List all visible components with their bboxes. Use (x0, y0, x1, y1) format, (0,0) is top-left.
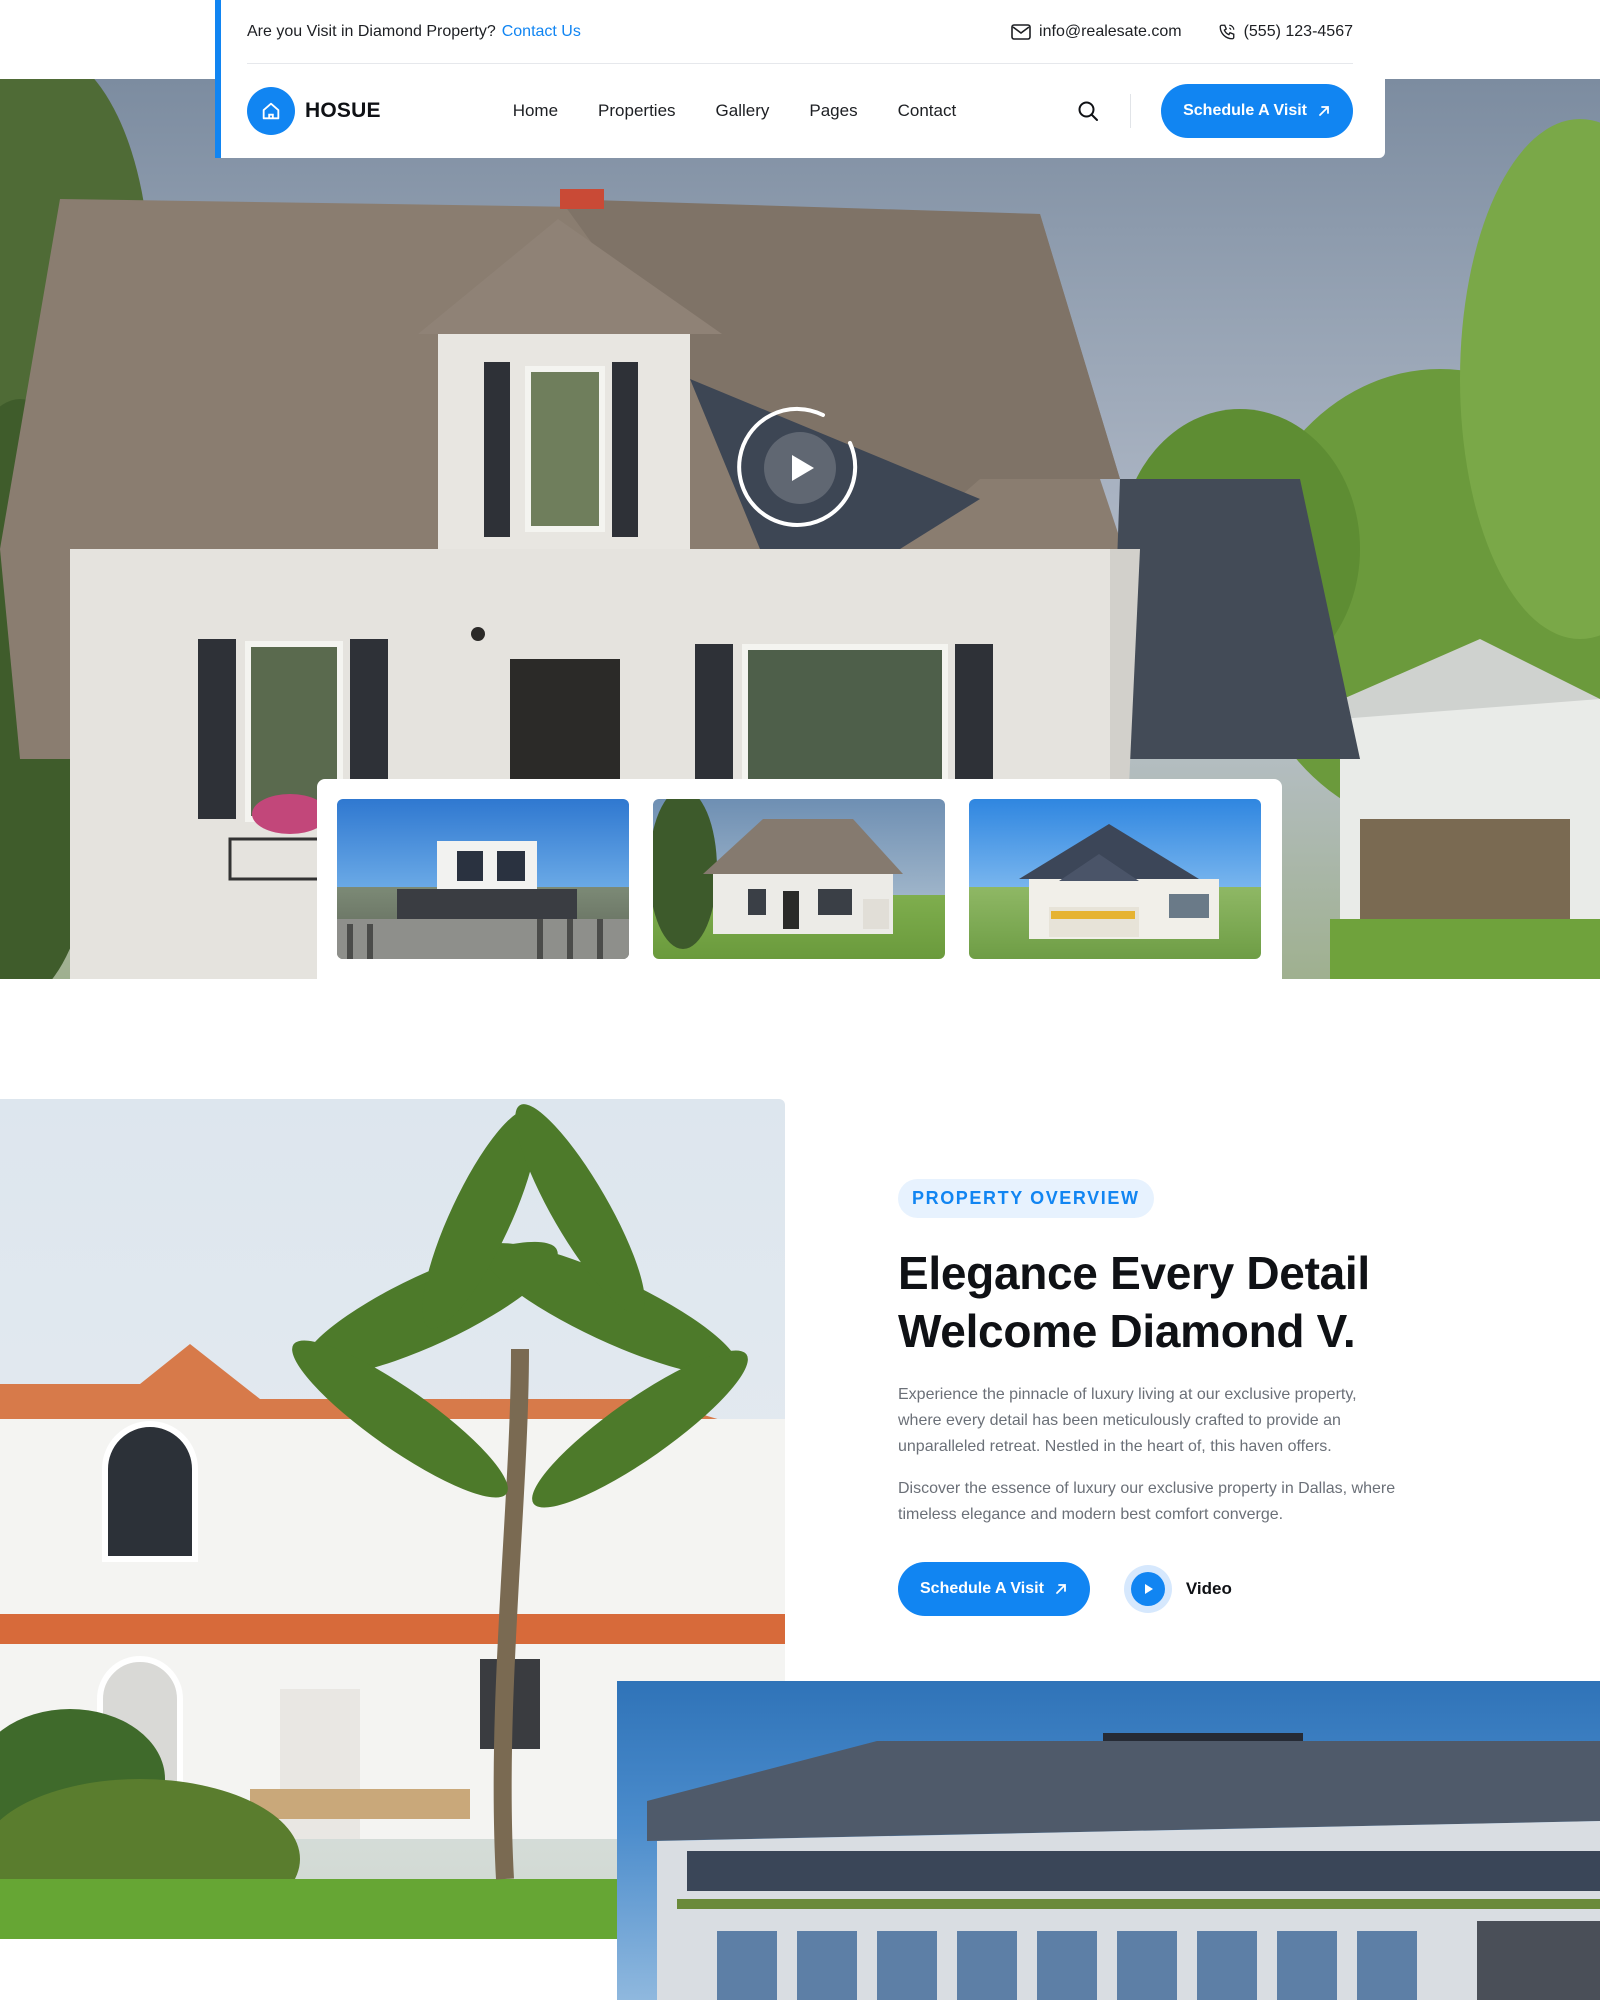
overview-schedule-label: Schedule A Visit (920, 1580, 1044, 1597)
email-text: info@realesate.com (1039, 22, 1182, 40)
overview-schedule-visit-button[interactable]: Schedule A Visit (898, 1562, 1090, 1616)
video-play-ring (1123, 1565, 1172, 1613)
nav-properties[interactable]: Properties (598, 101, 675, 121)
email-contact[interactable]: info@realesate.com (1011, 23, 1182, 41)
thumbnail-cottage-house[interactable] (653, 799, 945, 959)
nav-home[interactable]: Home (513, 101, 558, 121)
search-icon[interactable] (1076, 99, 1100, 123)
top-info-bar: Are you Visit in Diamond Property? Conta… (247, 0, 1353, 64)
site-header: Are you Visit in Diamond Property? Conta… (215, 0, 1385, 158)
video-label: Video (1185, 1579, 1232, 1598)
section-badge: PROPERTY OVERVIEW (898, 1179, 1154, 1218)
contact-us-link[interactable]: Contact Us (502, 23, 581, 41)
overview-paragraph-2: Discover the essence of luxury our exclu… (898, 1480, 1396, 1523)
title-line-2: Welcome Diamond V. (898, 1305, 1356, 1357)
nav-gallery[interactable]: Gallery (716, 101, 770, 121)
nav-contact[interactable]: Contact (898, 101, 957, 121)
envelope-icon (1011, 23, 1031, 40)
schedule-visit-button[interactable]: Schedule A Visit (1161, 84, 1353, 138)
brand-logo[interactable]: HOSUE (247, 87, 381, 135)
visit-question: Are you Visit in Diamond Property? (247, 22, 496, 40)
brand-name: HOSUE (305, 99, 381, 122)
phone-icon (1219, 24, 1235, 39)
section-title: Elegance Every Detail Welcome Diamond V. (898, 1244, 1398, 1360)
thumbnail-modern-house[interactable] (337, 799, 629, 959)
overview-actions: Schedule A Visit Video (898, 1562, 1398, 1616)
overview-paragraph-1: Experience the pinnacle of luxury living… (898, 1386, 1357, 1455)
hero-play-video-button[interactable] (735, 403, 865, 533)
schedule-visit-label: Schedule A Visit (1183, 102, 1307, 119)
play-icon (1130, 1572, 1165, 1606)
arrow-up-right-icon (1055, 1584, 1066, 1594)
overview-content: PROPERTY OVERVIEW Elegance Every Detail … (898, 1179, 1398, 1616)
phone-contact[interactable]: (555) 123-4567 (1218, 23, 1353, 41)
overview-image-modern-villa (617, 1681, 1600, 2000)
thumbnail-victorian-house[interactable] (969, 799, 1261, 959)
nav-pages[interactable]: Pages (809, 101, 857, 121)
video-button[interactable]: Video (1123, 1565, 1232, 1613)
title-line-1: Elegance Every Detail (898, 1247, 1370, 1299)
nav-divider (1130, 94, 1132, 128)
nav-actions: Schedule A Visit (1076, 84, 1353, 138)
primary-nav: Home Properties Gallery Pages Contact (513, 101, 957, 121)
gallery-thumbnails (317, 779, 1282, 979)
home-icon (247, 87, 295, 135)
arrow-up-right-icon (1319, 106, 1329, 116)
main-nav-row: HOSUE Home Properties Gallery Pages Cont… (247, 64, 1353, 158)
phone-text: (555) 123-4567 (1243, 22, 1353, 40)
